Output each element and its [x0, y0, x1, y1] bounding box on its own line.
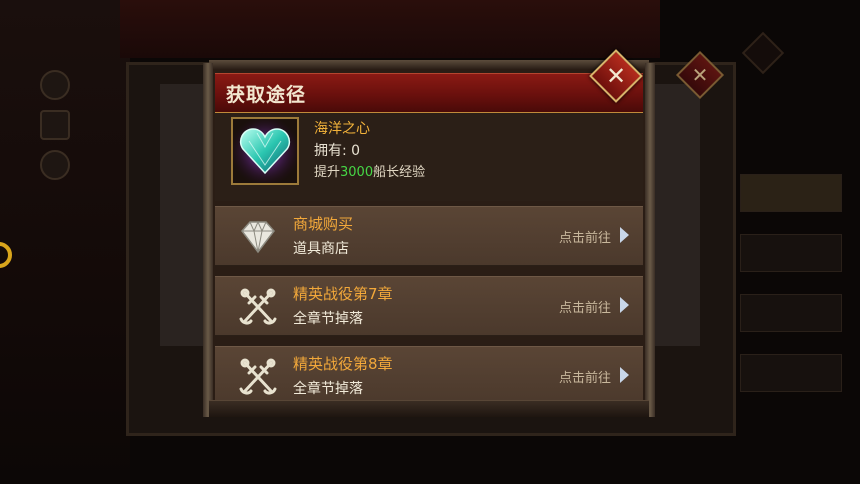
source-subtitle: 道具商店	[293, 241, 349, 257]
background-banner	[120, 0, 660, 58]
background-menu-icon	[40, 110, 70, 140]
source-list: 商城购买 道具商店 点击前往 精英战役第7章 全章节掉落 点击前往 精英战役第8…	[215, 206, 643, 400]
source-title: 精英战役第8章	[293, 355, 393, 373]
item-name: 海洋之心	[314, 121, 370, 137]
crossed-anchors-icon	[239, 288, 277, 325]
item-owned-count: 拥有: 0	[314, 143, 361, 159]
dialog-right-pillar	[645, 63, 655, 417]
background-close-icon	[741, 31, 785, 75]
dialog-bottom-rail	[209, 400, 649, 417]
background-menu-icon	[40, 70, 70, 100]
item-exp-value: 3000	[340, 165, 374, 180]
source-row-elite-ch8[interactable]: 精英战役第8章 全章节掉落 点击前往	[215, 346, 643, 400]
background-menu-icon	[40, 150, 70, 180]
item-icon-frame	[231, 117, 299, 185]
background-right-tabs	[740, 174, 860, 414]
background-tab	[740, 354, 842, 392]
source-title: 商城购买	[293, 215, 354, 233]
source-subtitle: 全章节掉落	[293, 381, 363, 397]
item-desc-suffix: 船长经验	[373, 165, 426, 180]
background-tab	[740, 174, 842, 212]
arrow-right-icon[interactable]	[620, 227, 629, 243]
source-subtitle: 全章节掉落	[293, 311, 363, 327]
arrow-right-icon[interactable]	[620, 297, 629, 313]
acquire-path-dialog: 获取途径 ✕ 海洋之心 拥有: 0 提升3000船长经验 商城购买 道具商店 点…	[203, 49, 655, 417]
dialog-title-bar: 获取途径	[215, 73, 643, 114]
background-tab	[740, 234, 842, 272]
close-icon: ✕	[691, 63, 709, 87]
item-description: 提升3000船长经验	[314, 161, 425, 180]
source-row-elite-ch7[interactable]: 精英战役第7章 全章节掉落 点击前往	[215, 276, 643, 336]
go-link[interactable]: 点击前往	[559, 227, 611, 246]
source-title: 精英战役第7章	[293, 285, 393, 303]
source-row-shop[interactable]: 商城购买 道具商店 点击前往	[215, 206, 643, 266]
ocean-heart-gem-icon	[233, 119, 297, 183]
dialog-title: 获取途径	[226, 84, 307, 106]
dialog-left-pillar	[203, 63, 213, 417]
dialog-top-rail	[209, 60, 649, 69]
item-desc-prefix: 提升	[314, 165, 341, 180]
go-link[interactable]: 点击前往	[559, 367, 611, 386]
item-info: 海洋之心 拥有: 0 提升3000船长经验	[215, 113, 643, 201]
arrow-right-icon[interactable]	[620, 367, 629, 383]
close-icon: ✕	[605, 62, 627, 90]
go-link[interactable]: 点击前往	[559, 297, 611, 316]
background-left-panel	[0, 0, 130, 484]
diamond-icon	[241, 220, 275, 254]
crossed-anchors-icon	[239, 358, 277, 395]
background-tab	[740, 294, 842, 332]
